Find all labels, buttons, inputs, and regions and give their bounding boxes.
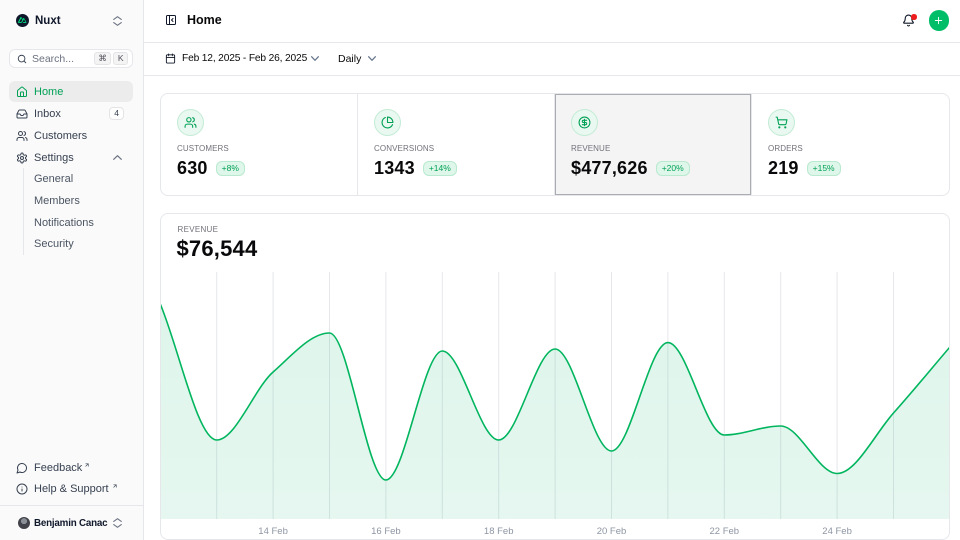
svg-text:24 Feb: 24 Feb bbox=[822, 526, 852, 537]
svg-text:22 Feb: 22 Feb bbox=[710, 526, 740, 537]
svg-text:20 Feb: 20 Feb bbox=[597, 526, 627, 537]
svg-text:16 Feb: 16 Feb bbox=[371, 526, 401, 537]
svg-text:18 Feb: 18 Feb bbox=[484, 526, 514, 537]
svg-text:14 Feb: 14 Feb bbox=[258, 526, 288, 537]
